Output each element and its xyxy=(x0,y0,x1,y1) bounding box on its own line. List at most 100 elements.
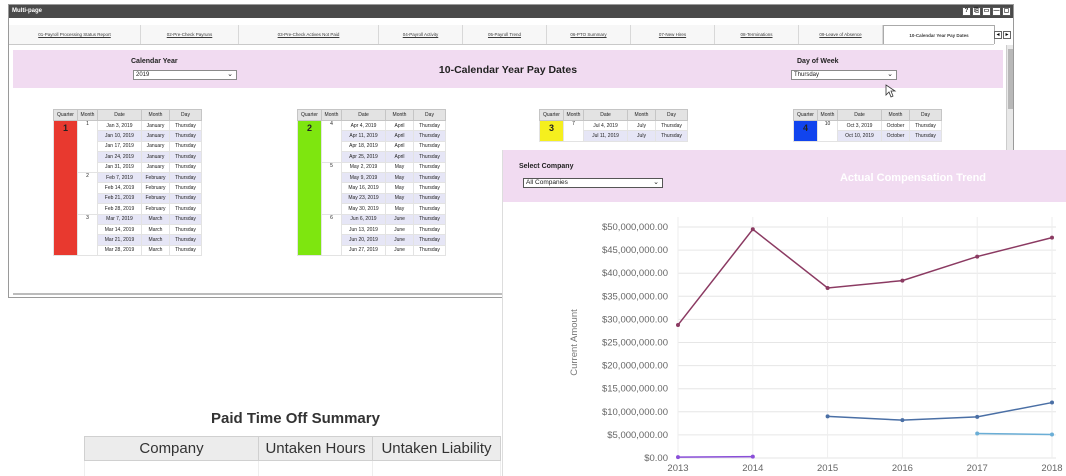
weekday-cell: Thursday xyxy=(413,119,446,132)
month-name-cell: April xyxy=(385,119,414,132)
scrollbar-thumb[interactable] xyxy=(1008,49,1013,109)
tab-2[interactable]: 02-Pre-Check Payruns xyxy=(141,25,239,44)
tab-9[interactable]: 09-Leave of Absence xyxy=(799,25,883,44)
weekday-cell: Thursday xyxy=(413,223,446,236)
column-header: Month xyxy=(881,109,910,121)
x-tick-label: 2018 xyxy=(1041,463,1062,474)
company-select[interactable]: All Companies ⌄ xyxy=(523,178,663,188)
x-tick-label: 2013 xyxy=(667,463,688,474)
pay-date-cell: Jan 10, 2019 xyxy=(97,130,142,142)
table-row: 1 1 Jan 3, 2019 January Thursday xyxy=(53,119,202,257)
column-header: Month xyxy=(817,109,838,121)
weekday-cell: Thursday xyxy=(909,130,942,142)
month-name-cell: April xyxy=(385,151,414,163)
month-name-cell: March xyxy=(141,234,170,246)
pay-date-cell: May 9, 2019 xyxy=(341,171,386,184)
weekday-cell: Thursday xyxy=(413,182,446,194)
tab-4[interactable]: 04-Payroll Activity xyxy=(379,25,463,44)
data-point xyxy=(750,454,755,459)
pay-date-cell: Mar 21, 2019 xyxy=(97,234,142,246)
month-name-cell: October xyxy=(881,130,910,142)
pto-column-header[interactable]: Untaken Hours xyxy=(258,436,373,461)
copy-icon[interactable]: ⎘ xyxy=(972,7,981,16)
weekday-cell: Thursday xyxy=(413,151,446,163)
table-row xyxy=(84,460,501,476)
pay-date-cell: Jun 13, 2019 xyxy=(341,223,386,236)
column-header: Date xyxy=(837,109,882,121)
weekday-cell: Thursday xyxy=(169,119,202,132)
month-name-cell: February xyxy=(141,192,170,205)
tab-10[interactable]: 10-Calendar Year Pay Dates xyxy=(883,25,995,44)
pay-date-cell: Mar 14, 2019 xyxy=(97,223,142,236)
weekday-cell: Thursday xyxy=(169,171,202,184)
data-point xyxy=(825,285,830,290)
report-tabs: 01-Payroll Processing Status Report 02-Pr… xyxy=(9,25,995,45)
pto-table: Company Untaken Hours Untaken Liability xyxy=(84,436,501,476)
month-name-cell: January xyxy=(141,130,170,142)
tab-prev-icon[interactable]: ◂ xyxy=(994,31,1002,39)
compensation-panel: Select Company All Companies ⌄ Actual Co… xyxy=(502,150,1066,476)
quarter-table: Quarter Month Date Month Day 4 10 Oct 3, 2019 Oc… xyxy=(793,109,942,142)
x-tick-label: 2016 xyxy=(892,463,913,474)
tab-7[interactable]: 07-New Hires xyxy=(631,25,715,44)
day-of-week-label: Day of Week xyxy=(797,58,839,65)
mouse-cursor-icon xyxy=(885,84,897,98)
x-tick-label: 2014 xyxy=(742,463,763,474)
pto-summary-panel: Paid Time Off Summary Company Untaken Ho… xyxy=(68,398,523,476)
tab-5[interactable]: 05-Payroll Trend xyxy=(463,25,547,44)
month-name-cell: May xyxy=(385,161,414,173)
chevron-down-icon: ⌄ xyxy=(653,179,659,186)
tab-8[interactable]: 08-Terminations xyxy=(715,25,799,44)
minimize-icon[interactable]: — xyxy=(992,7,1001,16)
y-tick-label: $35,000,000.00 xyxy=(602,291,668,302)
table-header-row: Quarter Month Date Month Day xyxy=(793,109,942,121)
month-name-cell: July xyxy=(627,130,656,142)
column-header: Quarter xyxy=(53,109,78,121)
column-header: Month xyxy=(321,109,342,121)
pto-column-header[interactable]: Company xyxy=(84,436,259,461)
month-name-cell: March xyxy=(141,213,170,225)
pto-column-header[interactable]: Untaken Liability xyxy=(372,436,501,461)
column-header: Month xyxy=(77,109,98,121)
column-header: Date xyxy=(583,109,628,121)
tab-3[interactable]: 03-Pre-Check Actives Not Paid xyxy=(239,25,379,44)
month-number-cell: 7 xyxy=(563,120,584,142)
tab-1[interactable]: 01-Payroll Processing Status Report xyxy=(9,25,141,44)
restore-icon[interactable]: ▭ xyxy=(982,7,991,16)
y-tick-label: $25,000,000.00 xyxy=(602,338,668,349)
pay-date-cell: Jan 3, 2019 xyxy=(97,119,142,132)
table-header-row: Quarter Month Date Month Day xyxy=(539,109,688,121)
y-tick-label: $45,000,000.00 xyxy=(602,245,668,256)
pay-date-cell: May 16, 2019 xyxy=(341,182,386,194)
compensation-chart: $0.00 $5,000,000.00 $10,000,000.00 $15,000,… xyxy=(569,217,1063,474)
pay-date-cell: Jun 6, 2019 xyxy=(341,213,386,225)
tab-up-icon[interactable]: ^ xyxy=(1012,31,1013,39)
help-icon[interactable]: ? xyxy=(962,7,971,16)
column-header: Quarter xyxy=(297,109,322,121)
chart-title: Actual Compensation Trend xyxy=(839,172,987,184)
data-point xyxy=(1050,432,1054,437)
month-name-cell: April xyxy=(385,140,414,153)
weekday-cell: Thursday xyxy=(413,234,446,246)
tab-6[interactable]: 06-PTO Summary xyxy=(547,25,631,44)
quarter-table: Quarter Month Date Month Day 3 7 Jul 4, 2019 Jul… xyxy=(539,109,688,142)
month-name-cell: February xyxy=(141,182,170,194)
month-name-cell: January xyxy=(141,119,170,132)
month-name-cell: February xyxy=(141,203,170,215)
maximize-icon[interactable]: ▢ xyxy=(1002,7,1011,16)
pay-date-cell: May 30, 2019 xyxy=(341,203,386,215)
weekday-cell: Thursday xyxy=(169,192,202,205)
month-name-cell: May xyxy=(385,171,414,184)
day-of-week-select[interactable]: Thursday ⌄ xyxy=(791,70,897,80)
column-header: Day xyxy=(169,109,202,121)
quarter-cell: 4 xyxy=(793,120,818,142)
weekday-cell: Thursday xyxy=(413,130,446,142)
table-row: 2 4 Apr 4, 2019 April Thursday xyxy=(297,119,446,257)
pay-date-cell: Jul 4, 2019 xyxy=(583,119,628,132)
window-title: Multi-page xyxy=(12,8,42,14)
weekday-cell: Thursday xyxy=(169,234,202,246)
data-point xyxy=(975,431,980,436)
y-tick-label: $5,000,000.00 xyxy=(607,430,668,441)
tab-next-icon[interactable]: ▸ xyxy=(1003,31,1011,39)
data-point xyxy=(900,418,905,423)
